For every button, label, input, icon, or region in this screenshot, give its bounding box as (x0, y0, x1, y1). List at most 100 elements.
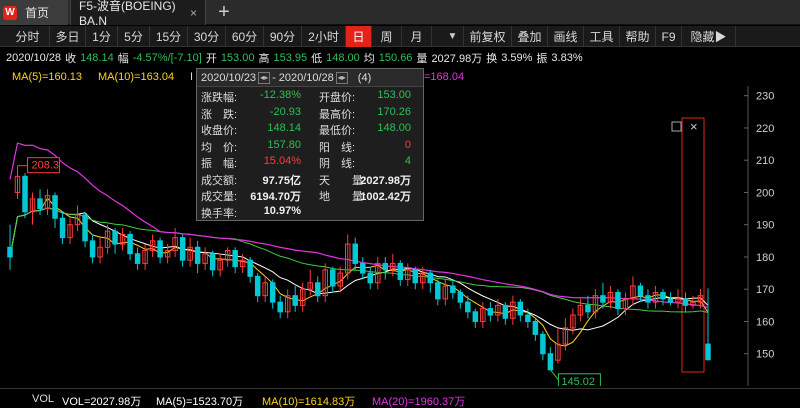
toolbar-item-13[interactable]: 前复权 (464, 26, 512, 47)
range-start-date: 2020/10/23 (201, 71, 257, 84)
popup-v2: 170.26 (377, 105, 411, 118)
toolbar-item-3[interactable]: 5分 (118, 26, 150, 47)
candle-body (450, 285, 456, 293)
candle-body (615, 291, 621, 310)
quote-summary: 2020/10/28 收 148.14 幅 -4.57%/[-7.10] 开 1… (0, 47, 800, 68)
candle-body (247, 259, 253, 277)
range-stats-popup: 2020/10/23 ◂▸ - 2020/10/28 ◂▸ (4) 涨跌幅: -1… (196, 68, 424, 221)
candle-body (59, 217, 66, 239)
browser-tab-bar: W 首页 F5-波音(BOEING) BA.N × + (0, 0, 800, 28)
candle-body (292, 295, 298, 306)
toolbar-item-2[interactable]: 1分 (86, 26, 118, 47)
candle-body (547, 353, 554, 371)
candle-body (637, 285, 644, 297)
toolbar-item-5[interactable]: 30分 (188, 26, 226, 47)
toolbar-item-12[interactable]: ▼ (442, 26, 464, 47)
low-label: 低 (311, 52, 323, 65)
toolbar-item-15[interactable]: 画线 (548, 26, 584, 47)
popup-v1: -20.93 (269, 105, 301, 118)
y-tick-label: 220 (756, 123, 774, 135)
new-tab-plus-icon[interactable]: + (214, 0, 234, 25)
toolbar-item-19[interactable]: 隐藏▶ (682, 26, 736, 47)
toolbar-item-4[interactable]: 15分 (150, 26, 188, 47)
toolbar-item-1[interactable]: 多日 (50, 26, 86, 47)
popup-v1: 148.14 (267, 122, 301, 134)
candle-body (232, 250, 238, 268)
popup-k1: 换手率: (201, 207, 238, 220)
candle-body (667, 298, 674, 303)
toolbar-item-17[interactable]: 帮助 (620, 26, 656, 47)
candle-body (329, 269, 336, 287)
close-value: 148.14 (80, 51, 114, 64)
popup-k1: 振 幅: (201, 158, 238, 170)
y-tick-label: 180 (756, 252, 774, 264)
high-value: 153.95 (273, 51, 308, 64)
candle-body (465, 301, 471, 313)
tab-boeing[interactable]: F5-波音(BOEING) BA.N × (70, 0, 206, 28)
popup-v2: 1002.42万 (360, 191, 411, 203)
popup-k2: 天 量: (319, 174, 367, 187)
y-tick-label: 160 (756, 316, 774, 328)
candle-body (382, 262, 389, 271)
popup-v1: 157.80 (267, 138, 301, 151)
popup-stat-row: 均 价: 157.80 阳 线: 0 (201, 139, 421, 154)
toolbar-item-6[interactable]: 60分 (226, 26, 264, 47)
toolbar-item-11[interactable]: 月 (402, 26, 432, 47)
popup-k1: 成交额: (201, 174, 238, 187)
candle-body (502, 304, 509, 319)
high-label: 高 (258, 52, 270, 65)
turnover-label: 换 (486, 52, 498, 65)
candle-body (367, 272, 374, 284)
toolbar-item-18[interactable]: F9 (656, 26, 682, 47)
low-value: 148.00 (326, 51, 360, 64)
tab-close-icon[interactable]: × (190, 6, 197, 20)
candle-body (517, 301, 524, 316)
avg-value: 150.66 (378, 51, 413, 64)
popup-k2: 阳 线: (319, 141, 356, 154)
toolbar-item-7[interactable]: 90分 (264, 26, 302, 47)
change-label: 幅 (117, 52, 129, 65)
open-label: 开 (205, 52, 217, 65)
volume-legend: VOL VOL=2027.98万 MA(5)=1523.70万 MA(10)=1… (0, 388, 800, 408)
popup-v1: 97.75亿 (262, 174, 301, 187)
popup-k2: 地 量: (319, 191, 367, 203)
toolbar-item-8[interactable]: 2小时 (302, 26, 346, 47)
toolbar-item-14[interactable]: 叠加 (512, 26, 548, 47)
candle[interactable] (22, 173, 28, 219)
candle-body (705, 343, 711, 361)
candle-body (660, 291, 666, 300)
range-start-stepper-icon[interactable]: ◂▸ (258, 71, 271, 84)
candle-body (22, 175, 28, 213)
popup-k2: 最高价: (319, 108, 356, 121)
candle-body (540, 333, 546, 355)
popup-stat-row: 换手率: 10.97% (201, 205, 421, 220)
range-dash: - (272, 71, 276, 84)
candle-body (435, 282, 441, 300)
popup-stat-row: 涨 跌: -20.93 最高价: 170.26 (201, 106, 421, 121)
popup-stat-row: 成交量: 6194.70万 地 量: 1002.42万 (201, 188, 421, 203)
candle-body (472, 311, 479, 322)
popup-v2: 4 (404, 155, 411, 167)
candle-body (427, 272, 434, 284)
popup-v1: 10.97% (263, 204, 301, 217)
toolbar-item-10[interactable]: 周 (372, 26, 402, 47)
popup-stat-row: 振 幅: 15.04% 阴 线: 4 (201, 155, 421, 170)
tab-home[interactable]: W 首页 (0, 0, 68, 25)
y-tick-label: 150 (756, 349, 774, 361)
popup-v1: 15.04% (263, 155, 301, 167)
toolbar-item-9[interactable]: 日 (346, 26, 372, 47)
candle-body (532, 320, 539, 335)
toolbar-item-0[interactable]: 分时 (6, 26, 50, 47)
toolbar-item-16[interactable]: 工具 (584, 26, 620, 47)
ma5-legend: MA(5)=160.13 (12, 71, 83, 83)
range-end-stepper-icon[interactable]: ◂▸ (335, 71, 348, 84)
popup-v2: 148.00 (377, 122, 411, 134)
selection-close-icon[interactable]: × (690, 119, 698, 134)
candle-body (269, 282, 276, 303)
low-marker-label: 145.02 (561, 376, 595, 386)
change-value: -4.57%/[-7.10] (132, 51, 202, 64)
candle-body (157, 240, 163, 258)
candle-body (585, 304, 591, 313)
candle-body (412, 269, 419, 284)
close-label: 收 (65, 52, 77, 65)
